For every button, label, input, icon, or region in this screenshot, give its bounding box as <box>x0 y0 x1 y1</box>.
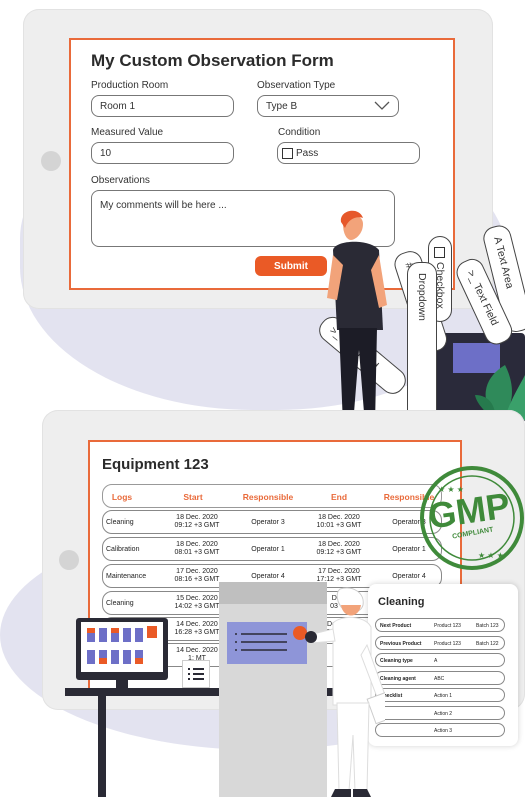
chevron-down-icon <box>374 101 390 110</box>
svg-text:★ ★ ★: ★ ★ ★ <box>478 551 504 560</box>
table-cell-text: 14:02 +3 GMT <box>174 603 220 610</box>
technician-illustration <box>305 587 385 797</box>
tablet-home-button[interactable] <box>59 550 79 570</box>
cleaning-cell: Action 1 <box>434 693 453 699</box>
measured-value-input[interactable]: 10 <box>91 142 234 164</box>
checkbox-icon <box>434 247 446 258</box>
form-title: My Custom Observation Form <box>91 51 334 70</box>
list-icon-graphic <box>188 668 204 680</box>
table-cell: Operator 4 <box>233 573 303 581</box>
cleaning-row[interactable]: Cleaning agent ABC <box>375 670 505 685</box>
cleaning-cell: Previous Product <box>380 640 422 647</box>
table-cell-text: 09:12 +3 GMT <box>174 522 220 529</box>
table-cell: 18 Dec. 2020 09:12 +3 GMT <box>167 514 227 530</box>
table-cell: Cleaning <box>106 600 164 608</box>
monitor <box>76 618 168 688</box>
monitor-stand <box>116 680 128 688</box>
table-cell-text: 14 Dec. 2020 <box>176 621 218 628</box>
cleaning-cell: Batch 123 <box>476 623 499 629</box>
table-cell-text: 18 Dec. 2020 <box>176 541 218 548</box>
chart-icon <box>87 626 157 664</box>
table-cell-text: 14 Dec. 2020 <box>176 647 218 654</box>
pass-checkbox[interactable] <box>282 147 293 159</box>
cleaning-cell: Action 2 <box>434 710 453 717</box>
table-row[interactable]: Calibration 18 Dec. 2020 08:01 +3 GMT Opera… <box>102 537 442 561</box>
table-cell-text: 17 Dec. 2020 <box>318 568 360 575</box>
observation-type-label: Observation Type <box>257 80 336 91</box>
cleaning-cell: Batch 122 <box>476 640 499 647</box>
table-cell: 14 Dec. 2020 16:28 +3 GMT <box>167 621 227 637</box>
table-cell-text: Operator 4 <box>251 573 285 580</box>
table-cell-text: 17 Dec. 2020 <box>176 568 218 575</box>
column-header[interactable]: Start <box>169 492 217 502</box>
table-cell: Cleaning <box>106 519 164 527</box>
tablet-home-button[interactable] <box>41 151 61 171</box>
cleaning-row[interactable]: Action 3 <box>375 723 505 737</box>
table-cell: Maintenance <box>106 573 164 581</box>
table-cell-text: Maintenance <box>106 573 147 580</box>
condition-label: Condition <box>278 127 321 138</box>
table-cell-text: 09:12 +3 GMT <box>316 549 362 556</box>
table-cell-text: 10:01 +3 GMT <box>316 522 362 529</box>
table-cell-text: 18 Dec. 2020 <box>318 514 360 521</box>
table-cell-text: 16:28 +3 GMT <box>174 629 220 636</box>
table-cell: 18 Dec. 2020 10:01 +3 GMT <box>309 514 369 530</box>
table-cell: Operator 3 <box>233 519 303 527</box>
list-icon <box>182 660 210 688</box>
equipment-title: Equipment 123 <box>102 456 209 473</box>
table-cell: Operator 1 <box>233 546 303 554</box>
cleaning-cell: ABC <box>434 675 445 682</box>
table-header: Logs Start Responsible End Responsible <box>102 484 442 508</box>
cleaning-cell: Product 123 <box>434 640 461 647</box>
cleaning-cell: Action 3 <box>434 728 453 734</box>
pass-checkbox-label: Pass <box>296 147 319 159</box>
column-header[interactable]: End <box>317 492 361 502</box>
table-cell: Calibration <box>106 546 164 554</box>
observations-label: Observations <box>91 175 150 186</box>
table-row[interactable]: Cleaning 18 Dec. 2020 09:12 +3 GMT Operator… <box>102 510 442 534</box>
cleaning-row[interactable]: Checklist Action 1 <box>375 688 505 702</box>
table-cell-text: Operator 1 <box>251 546 285 553</box>
desk-leg <box>98 696 106 797</box>
table-cell: 15 Dec. 2020 14:02 +3 GMT <box>167 595 227 611</box>
observation-type-value: Type B <box>266 100 298 112</box>
table-cell-text: 18 Dec. 2020 <box>176 514 218 521</box>
cleaning-row[interactable]: Previous Product Product 123 Batch 122 <box>375 635 505 650</box>
table-cell-text: 08:16 +3 GMT <box>174 576 220 583</box>
cleaning-cell: Product 123 <box>434 623 461 629</box>
submit-button[interactable]: Submit <box>255 256 327 276</box>
measured-value-value: 10 <box>100 147 112 159</box>
table-cell: 18 Dec. 2020 08:01 +3 GMT <box>167 541 227 557</box>
column-header[interactable]: Responsible <box>233 492 303 502</box>
table-cell-text: Cleaning <box>106 519 134 526</box>
cleaning-cell: Cleaning agent <box>380 675 416 682</box>
table-cell-text: 18 Dec. 2020 <box>318 541 360 548</box>
monitor-screen <box>81 622 163 672</box>
table-cell-text: Operator 3 <box>251 519 285 526</box>
production-room-input[interactable]: Room 1 <box>91 95 234 117</box>
observations-value: My comments will be here ... <box>100 200 227 211</box>
column-header[interactable]: Logs <box>103 492 141 502</box>
condition-field[interactable]: Pass <box>277 142 420 164</box>
table-cell-text: Calibration <box>106 546 140 553</box>
table-cell-text: 15 Dec. 2020 <box>176 595 218 602</box>
cleaning-cell: A <box>434 658 438 664</box>
production-room-label: Production Room <box>91 80 169 91</box>
table-cell: 17 Dec. 2020 08:16 +3 GMT <box>167 568 227 584</box>
table-cell-text: Cleaning <box>106 600 134 607</box>
cleaning-row[interactable]: Cleaning type A <box>375 653 505 667</box>
measured-value-label: Measured Value <box>91 127 164 138</box>
observation-type-select[interactable]: Type B <box>257 95 399 117</box>
person-illustration <box>327 210 387 430</box>
table-cell: 18 Dec. 2020 09:12 +3 GMT <box>309 541 369 557</box>
production-room-value: Room 1 <box>100 100 136 112</box>
table-cell-text: 08:01 +3 GMT <box>174 549 220 556</box>
cleaning-row[interactable]: Next Product Product 123 Batch 123 <box>375 618 505 632</box>
cleaning-row[interactable]: Action 2 <box>375 705 505 720</box>
